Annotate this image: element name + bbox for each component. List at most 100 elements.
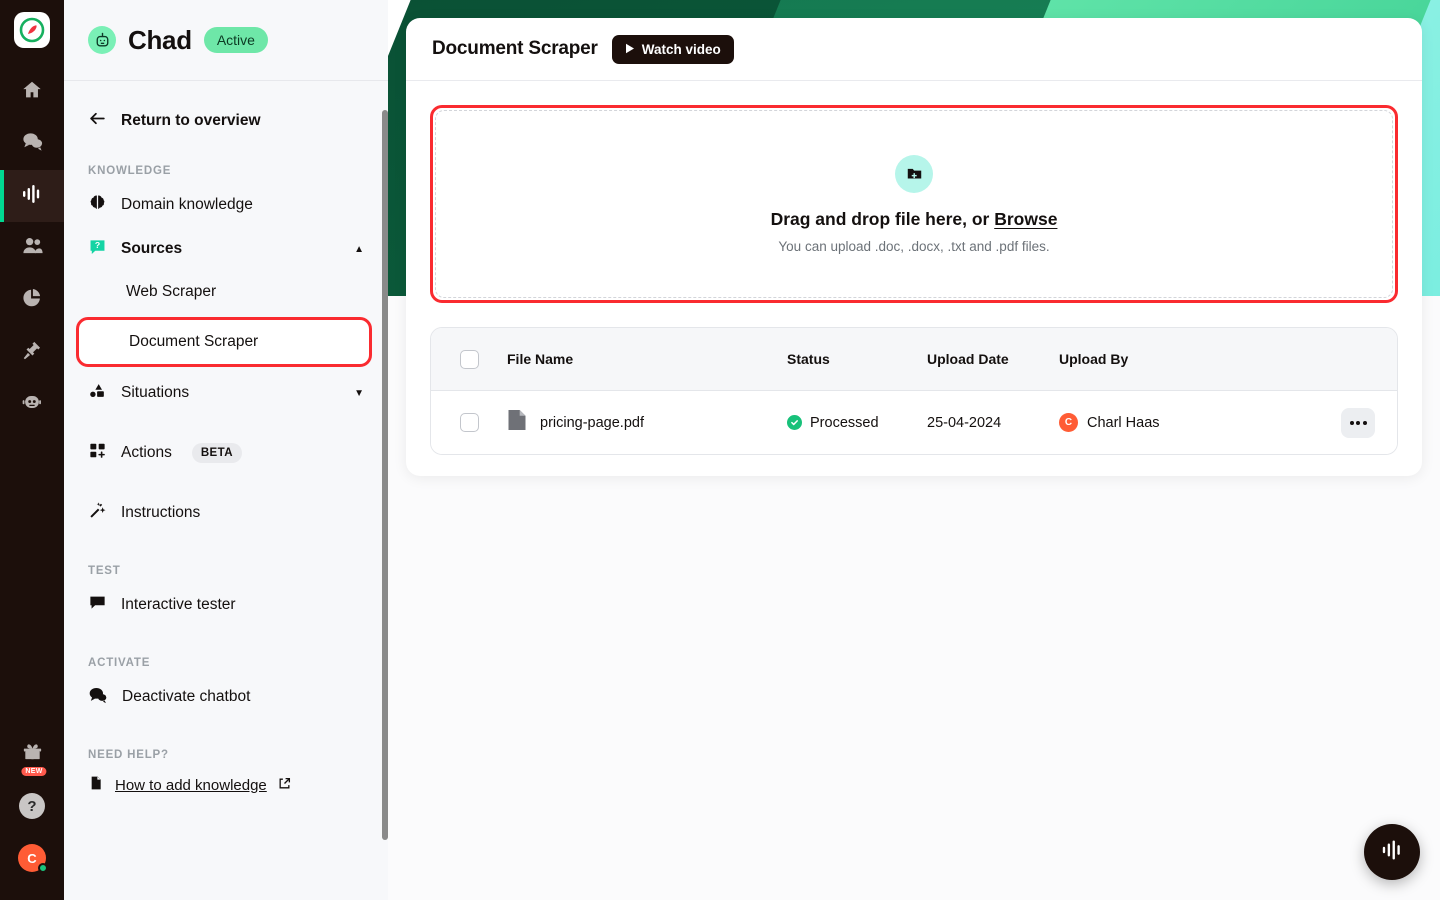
rail-item-integrations[interactable] [0, 326, 64, 378]
column-header-upload-by: Upload By [1059, 351, 1129, 367]
sidebar-item-situations[interactable]: Situations ▼ [64, 371, 388, 415]
robot-head-icon [88, 26, 116, 54]
avatar: C [18, 844, 48, 873]
shapes-icon [88, 381, 107, 405]
waveform-icon [1379, 837, 1405, 868]
cell-file-name: pricing-page.pdf [507, 409, 787, 436]
chat-dots-icon [88, 685, 108, 710]
sidebar-subitem-document-scraper[interactable]: Document Scraper [76, 317, 372, 367]
users-icon [21, 234, 44, 262]
row-checkbox[interactable] [459, 413, 479, 432]
page-title: Chad [128, 24, 192, 55]
sidebar-subitem-web-scraper[interactable]: Web Scraper [64, 271, 388, 313]
dropzone-title: Drag and drop file here, or Browse [771, 209, 1058, 230]
gift-icon [21, 740, 44, 768]
upload-by-label: Charl Haas [1087, 414, 1160, 431]
dropzone-title-text: Drag and drop file here, or [770, 208, 995, 229]
online-status-dot [38, 863, 48, 873]
rail-item-home[interactable] [0, 66, 64, 118]
file-icon [507, 409, 527, 436]
rail-item-analytics[interactable] [0, 274, 64, 326]
avatar: C [1059, 413, 1078, 432]
cell-status: Processed [787, 415, 927, 431]
watch-video-button[interactable]: Watch video [611, 34, 734, 64]
external-link-icon [278, 777, 291, 794]
select-all-cell [431, 349, 507, 369]
kebab-menu-icon[interactable] [1341, 407, 1375, 438]
section-title-knowledge: KNOWLEDGE [88, 165, 172, 177]
waveform-icon [20, 182, 44, 211]
svg-text:?: ? [95, 240, 100, 250]
status-badge: Active [203, 27, 268, 53]
return-to-overview-button[interactable]: Return to overview [64, 101, 388, 135]
beta-badge: BETA [191, 443, 242, 463]
sidebar-item-label: Interactive tester [121, 596, 236, 613]
check-circle-icon [787, 415, 802, 430]
sidebar-subitem-label: Document Scraper [129, 333, 259, 350]
file-dropzone[interactable]: Drag and drop file here, or Browse You c… [430, 105, 1398, 303]
sidebar-item-label: Domain knowledge [121, 196, 253, 213]
sidebar-item-label: Sources [121, 240, 183, 257]
sidebar-item-actions[interactable]: Actions BETA [64, 431, 388, 475]
sidebar-item-sources[interactable]: ? Sources ▲ [64, 227, 388, 271]
table-row[interactable]: pricing-page.pdf Processed 25-04-2024 C … [431, 391, 1397, 454]
question-mark-icon: ? [19, 793, 45, 819]
sidebar-item-label: Instructions [121, 504, 201, 521]
sidebar-item-deactivate-chatbot[interactable]: Deactivate chatbot [64, 675, 388, 719]
rail-item-bots[interactable] [0, 378, 64, 430]
sidebar-item-instructions[interactable]: Instructions [64, 491, 388, 535]
sidebar-item-label: Actions [121, 444, 172, 461]
section-title-need-help: NEED HELP? [88, 749, 169, 761]
question-bubble-icon: ? [88, 237, 107, 261]
sidebar-scroll-area: Return to overview KNOWLEDGE Domain know… [64, 81, 388, 900]
play-icon [625, 42, 635, 57]
content-title: Document Scraper [432, 38, 598, 59]
select-all-checkbox[interactable] [459, 349, 479, 369]
folder-plus-icon [895, 154, 933, 193]
browse-link[interactable]: Browse [994, 209, 1057, 229]
magic-wand-icon [88, 501, 107, 525]
rail-item-user-avatar[interactable]: C [0, 832, 64, 884]
app-logo-icon[interactable] [14, 12, 50, 48]
chat-bubbles-icon [21, 130, 44, 158]
sidebar-scrollbar[interactable] [382, 110, 388, 840]
plug-icon [21, 339, 43, 366]
assistant-fab-button[interactable] [1364, 824, 1420, 880]
how-to-add-knowledge-label: How to add knowledge [115, 776, 267, 794]
file-name-label: pricing-page.pdf [540, 414, 644, 431]
pie-chart-icon [21, 287, 43, 314]
watch-video-label: Watch video [641, 41, 721, 57]
chevron-down-icon[interactable]: ▼ [354, 388, 364, 399]
rail-item-help[interactable]: ? [0, 780, 64, 832]
how-to-add-knowledge-link[interactable]: How to add knowledge [64, 767, 388, 803]
brain-icon [88, 193, 107, 217]
cell-upload-date: 25-04-2024 [927, 414, 1002, 431]
cell-upload-by: C Charl Haas [1059, 413, 1319, 432]
column-header-upload-date: Upload Date [927, 351, 1009, 367]
cell-actions [1319, 407, 1397, 438]
content-header: Document Scraper Watch video [406, 18, 1422, 81]
secondary-sidebar: Chad Active Return to overview KNOWLEDGE [64, 0, 388, 900]
sidebar-item-label: Deactivate chatbot [122, 688, 251, 705]
sidebar-item-interactive-tester[interactable]: Interactive tester [64, 583, 388, 627]
grid-plus-icon [88, 441, 107, 465]
row-select-cell [431, 413, 507, 432]
sidebar-header: Chad Active [64, 0, 388, 81]
section-title-test: TEST [88, 565, 121, 577]
arrow-left-icon [88, 109, 107, 133]
chevron-up-icon[interactable]: ▲ [354, 244, 364, 255]
document-icon [88, 775, 104, 795]
rail-item-chatbots[interactable] [0, 170, 64, 222]
sidebar-item-label: Situations [121, 384, 190, 401]
rail-item-conversations[interactable] [0, 118, 64, 170]
column-header-status: Status [787, 351, 830, 367]
table-header-row: File Name Status Upload Date Upload By [431, 328, 1397, 391]
return-to-overview-label: Return to overview [121, 112, 261, 129]
sidebar-item-domain-knowledge[interactable]: Domain knowledge [64, 183, 388, 227]
rail-item-contacts[interactable] [0, 222, 64, 274]
rail-item-whats-new[interactable]: NEW [0, 728, 64, 780]
home-icon [21, 79, 43, 106]
section-title-activate: ACTIVATE [88, 657, 151, 669]
main-content-card: Document Scraper Watch video Drag and dr… [406, 18, 1422, 476]
robot-icon [21, 391, 43, 418]
